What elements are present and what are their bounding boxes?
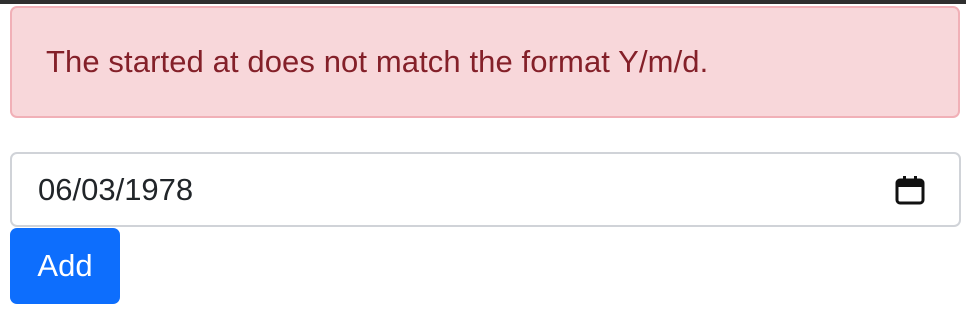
started-at-date-input[interactable]: 06/03/1978 bbox=[10, 152, 961, 227]
error-alert-message: The started at does not match the format… bbox=[46, 44, 709, 79]
error-alert: The started at does not match the format… bbox=[10, 6, 960, 118]
calendar-icon[interactable] bbox=[893, 173, 927, 207]
add-button[interactable]: Add bbox=[10, 228, 120, 304]
top-edge-strip bbox=[0, 0, 966, 4]
date-input-value[interactable]: 06/03/1978 bbox=[38, 174, 193, 205]
